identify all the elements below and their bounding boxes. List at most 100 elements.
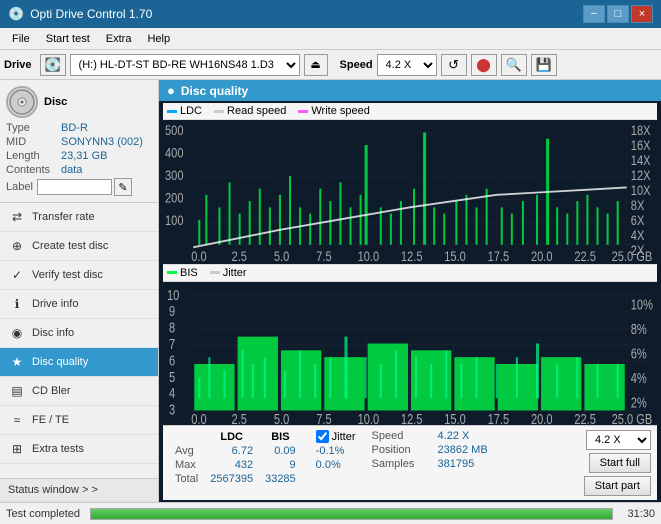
- svg-text:6: 6: [169, 351, 175, 368]
- svg-text:300: 300: [165, 168, 184, 183]
- bottom-legend: BIS Jitter: [163, 264, 657, 282]
- svg-text:10X: 10X: [631, 183, 651, 198]
- sidebar-item-transfer-rate[interactable]: ⇄ Transfer rate: [0, 203, 158, 232]
- svg-text:3: 3: [169, 400, 175, 417]
- sidebar-item-extra-tests[interactable]: ⊞ Extra tests: [0, 435, 158, 464]
- top-legend: LDC Read speed Write speed: [163, 103, 657, 120]
- speed-stat-label: Speed: [372, 430, 432, 442]
- start-full-button[interactable]: Start full: [589, 453, 651, 473]
- verify-test-disc-icon: ✓: [8, 266, 26, 284]
- bis-legend-label: BIS: [180, 267, 198, 279]
- disc-label-input[interactable]: [37, 179, 112, 195]
- cd-bler-label: CD Bler: [32, 385, 71, 397]
- sidebar-item-disc-quality[interactable]: ★ Disc quality: [0, 348, 158, 377]
- avg-bis: 0.09: [259, 444, 302, 458]
- svg-text:7: 7: [169, 335, 175, 352]
- menu-start-test[interactable]: Start test: [38, 31, 98, 47]
- ldc-legend-label: LDC: [180, 105, 202, 117]
- menu-file[interactable]: File: [4, 31, 38, 47]
- position-row: Position 23862 MB: [372, 444, 488, 456]
- svg-text:20.0: 20.0: [531, 410, 553, 425]
- speed-dropdown[interactable]: 4.2 X: [586, 430, 651, 450]
- svg-text:7.5: 7.5: [316, 249, 331, 264]
- col-ldc: LDC: [204, 430, 259, 444]
- start-part-button[interactable]: Start part: [584, 476, 651, 496]
- status-window-btn[interactable]: Status window > >: [0, 478, 158, 502]
- svg-text:16X: 16X: [631, 138, 651, 153]
- drive-label: Drive: [4, 59, 32, 71]
- sidebar-item-disc-info[interactable]: ◉ Disc info: [0, 319, 158, 348]
- sidebar: Disc Type BD-R MID SONYNN3 (002) Length …: [0, 80, 159, 502]
- speed-stats: Speed 4.22 X Position 23862 MB Samples 3…: [372, 430, 488, 470]
- svg-text:12.5: 12.5: [401, 410, 423, 425]
- disc-type-value: BD-R: [61, 122, 88, 134]
- svg-text:12X: 12X: [631, 168, 651, 183]
- svg-text:8X: 8X: [631, 198, 645, 213]
- max-ldc: 432: [204, 458, 259, 472]
- disc-quality-icon: ★: [8, 353, 26, 371]
- menu-extra[interactable]: Extra: [98, 31, 140, 47]
- status-text: Test completed: [6, 508, 80, 520]
- create-test-disc-label: Create test disc: [32, 240, 108, 252]
- disc-contents-value: data: [61, 164, 82, 176]
- svg-text:0.0: 0.0: [191, 249, 206, 264]
- disc-type-row: Type BD-R: [6, 122, 152, 134]
- speed-label: Speed: [340, 59, 373, 71]
- svg-text:9: 9: [169, 302, 175, 319]
- disc-label-row: Label ✎: [6, 178, 152, 196]
- svg-text:0.0: 0.0: [191, 410, 206, 425]
- speed-stat-value: 4.22 X: [438, 430, 470, 442]
- menu-bar: File Start test Extra Help: [0, 28, 661, 50]
- drive-select[interactable]: (H:) HL-DT-ST BD-RE WH16NS48 1.D3: [70, 54, 300, 76]
- disc-label-edit-btn[interactable]: ✎: [114, 178, 132, 196]
- speed-select[interactable]: 4.2 X: [377, 54, 437, 76]
- svg-text:2.5: 2.5: [232, 249, 247, 264]
- sidebar-item-create-test-disc[interactable]: ⊕ Create test disc: [0, 232, 158, 261]
- sidebar-item-cd-bler[interactable]: ▤ CD Bler: [0, 377, 158, 406]
- maximize-button[interactable]: □: [607, 5, 629, 23]
- avg-ldc: 6.72: [204, 444, 259, 458]
- samples-row: Samples 381795: [372, 458, 488, 470]
- config-icon-btn[interactable]: ⬤: [471, 54, 497, 76]
- svg-text:2.5: 2.5: [232, 410, 247, 425]
- legend-bis: BIS: [167, 267, 198, 279]
- legend-write-speed: Write speed: [298, 105, 370, 117]
- drive-icon-btn[interactable]: 💽: [40, 54, 66, 76]
- save-icon-btn[interactable]: 💾: [531, 54, 557, 76]
- read-speed-legend-dot: [214, 110, 224, 113]
- sidebar-item-fe-te[interactable]: ≈ FE / TE: [0, 406, 158, 435]
- svg-text:200: 200: [165, 190, 184, 205]
- disc-label-label: Label: [6, 181, 33, 193]
- chart-header-icon: ●: [167, 83, 175, 98]
- svg-text:25.0 GB: 25.0 GB: [612, 410, 653, 425]
- disc-contents-row: Contents data: [6, 164, 152, 176]
- svg-text:17.5: 17.5: [488, 249, 510, 264]
- total-ldc: 2567395: [204, 472, 259, 486]
- svg-text:18X: 18X: [631, 123, 651, 138]
- menu-help[interactable]: Help: [139, 31, 178, 47]
- jitter-checkbox[interactable]: [316, 430, 329, 443]
- svg-text:17.5: 17.5: [488, 410, 510, 425]
- minimize-button[interactable]: −: [583, 5, 605, 23]
- sidebar-item-drive-info[interactable]: ℹ Drive info: [0, 290, 158, 319]
- scan-icon-btn[interactable]: 🔍: [501, 54, 527, 76]
- svg-text:12.5: 12.5: [401, 249, 423, 264]
- disc-section: Disc Type BD-R MID SONYNN3 (002) Length …: [0, 80, 158, 203]
- extra-tests-icon: ⊞: [8, 440, 26, 458]
- sidebar-item-verify-test-disc[interactable]: ✓ Verify test disc: [0, 261, 158, 290]
- max-bis: 9: [259, 458, 302, 472]
- eject-button[interactable]: ⏏: [304, 54, 328, 76]
- svg-text:4X: 4X: [631, 228, 645, 243]
- position-label: Position: [372, 444, 432, 456]
- position-value: 23862 MB: [438, 444, 488, 456]
- close-button[interactable]: ×: [631, 5, 653, 23]
- transfer-rate-icon: ⇄: [8, 208, 26, 226]
- svg-text:10: 10: [167, 286, 179, 303]
- jitter-checkbox-row: Jitter: [316, 430, 356, 443]
- disc-quality-label: Disc quality: [32, 356, 88, 368]
- total-label: Total: [169, 472, 204, 486]
- legend-jitter: Jitter: [210, 267, 247, 279]
- read-speed-legend-label: Read speed: [227, 105, 286, 117]
- refresh-icon-btn[interactable]: ↺: [441, 54, 467, 76]
- svg-text:10.0: 10.0: [358, 249, 380, 264]
